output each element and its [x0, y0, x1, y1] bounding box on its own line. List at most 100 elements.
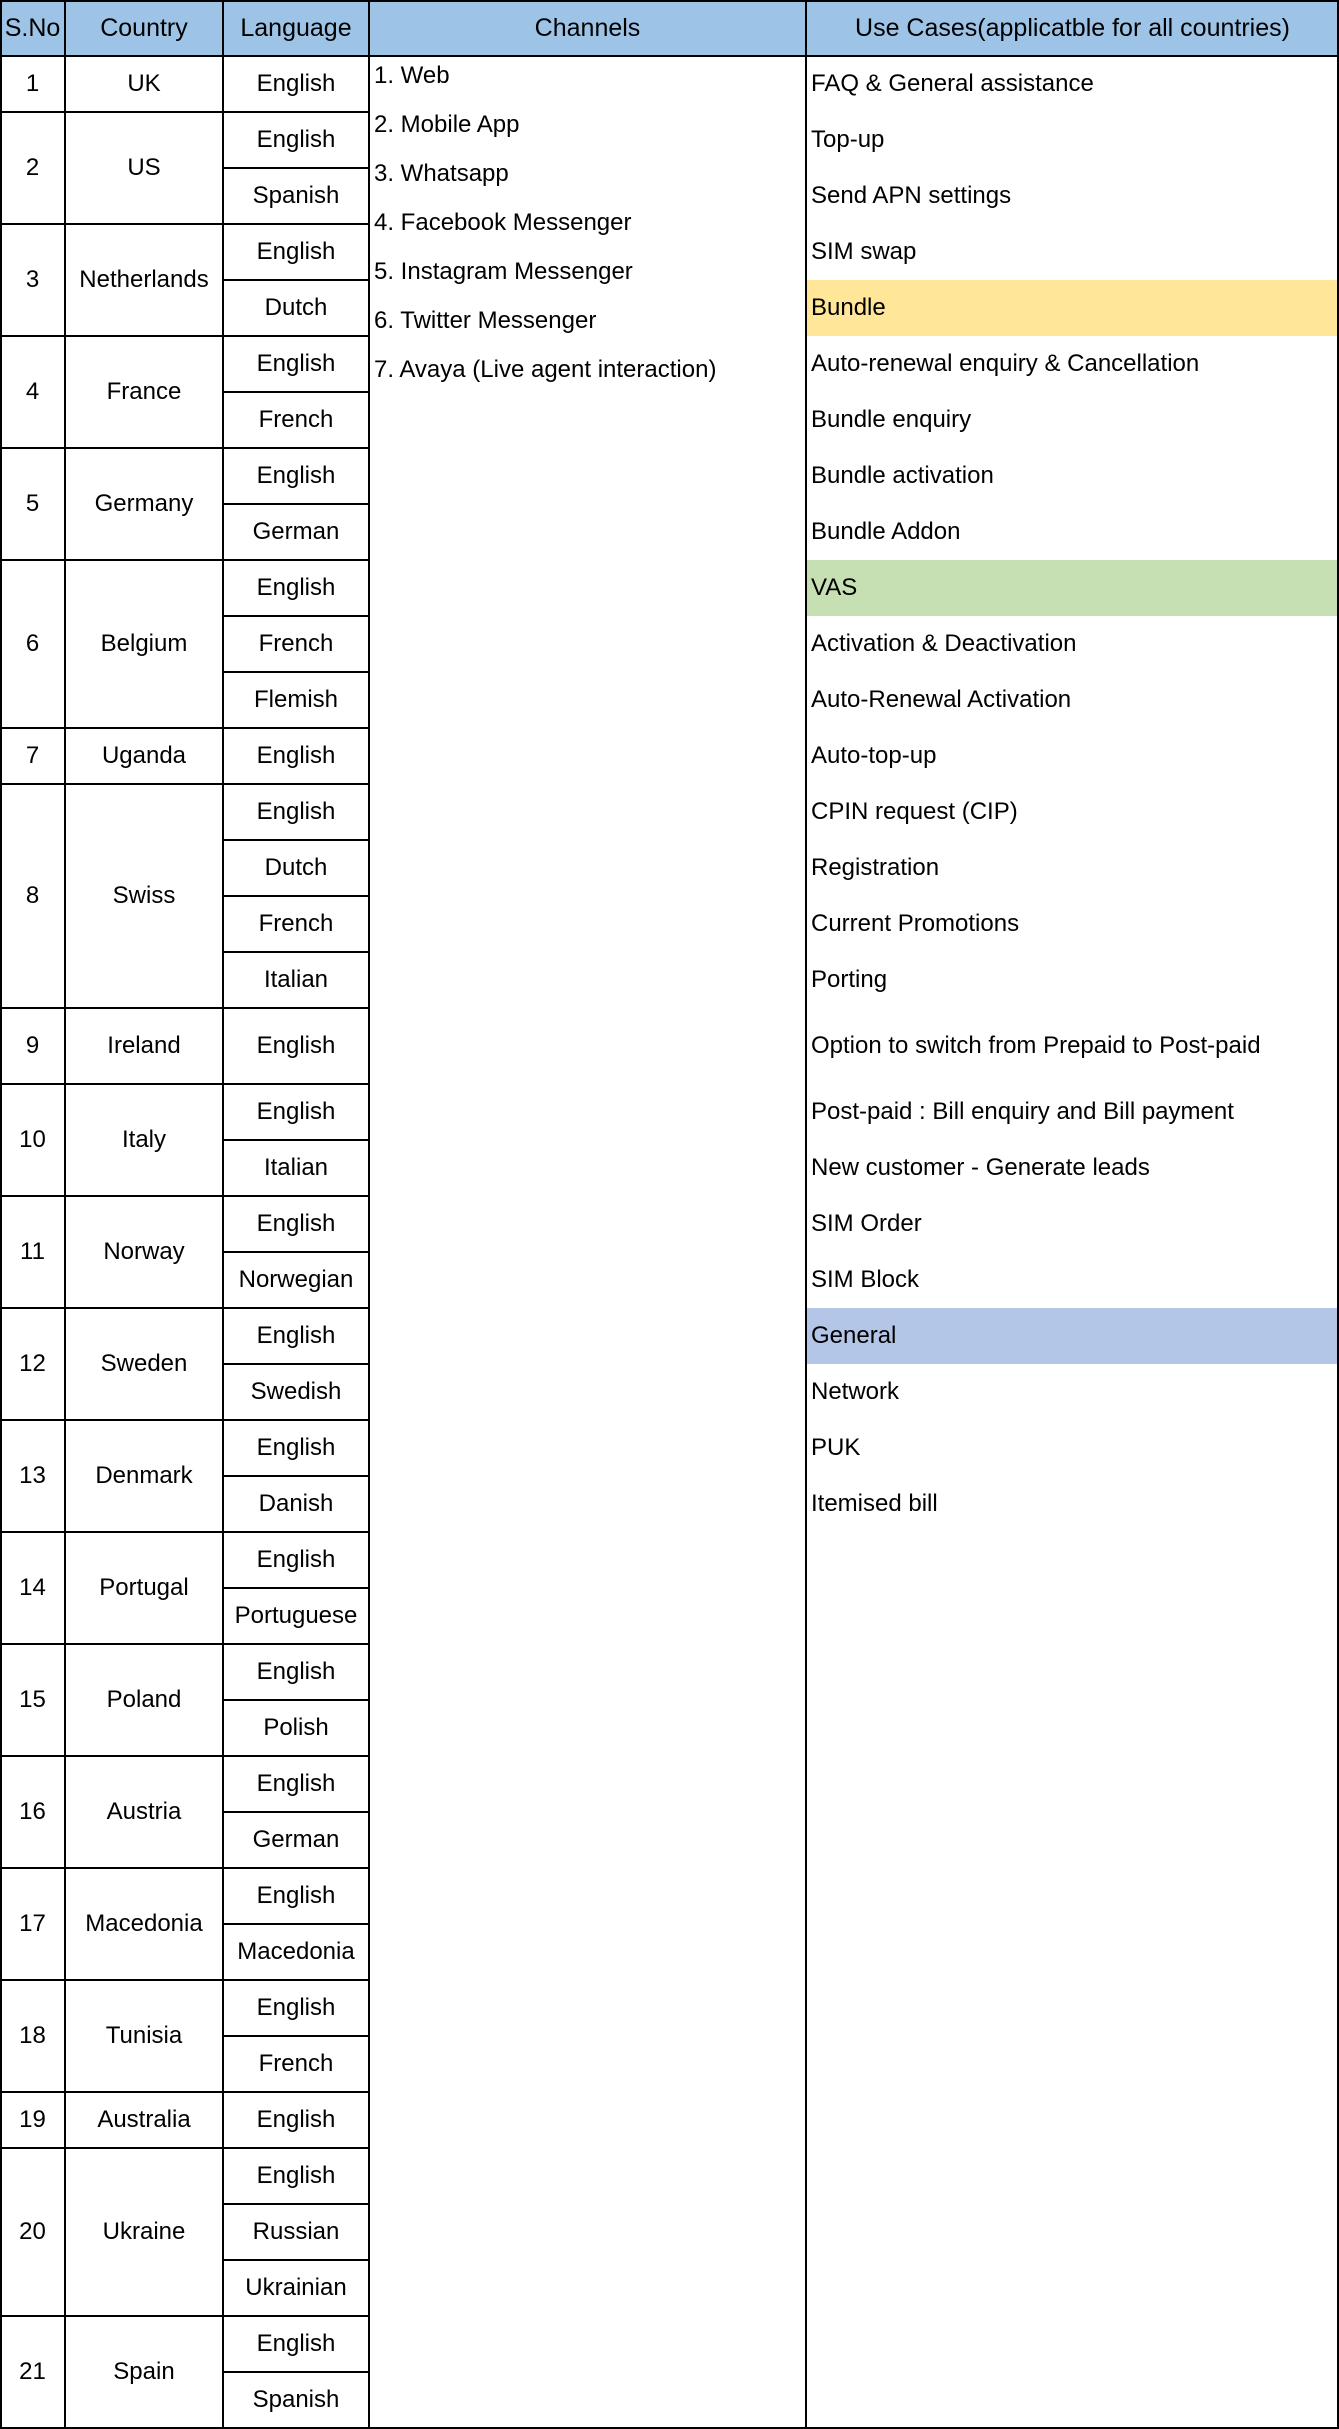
country-cell: Ukraine: [102, 2218, 186, 2245]
language-cell: Polish: [263, 1714, 329, 1741]
language-cell: Dutch: [264, 854, 328, 881]
country-cell: Australia: [97, 2106, 191, 2133]
country-divider: [0, 1867, 223, 1869]
row-divider: [223, 2035, 370, 2037]
row-divider: [223, 1867, 370, 1869]
channel-item: 3. Whatsapp: [374, 160, 509, 187]
country-cell: US: [127, 154, 161, 181]
use-case-item: SIM Order: [811, 1210, 922, 1237]
country-cell: Sweden: [100, 1350, 188, 1377]
country-divider: [0, 1007, 223, 1009]
language-cell: Portuguese: [234, 1602, 358, 1629]
language-cell: Italian: [263, 1154, 329, 1181]
use-case-item: Auto-renewal enquiry & Cancellation: [811, 350, 1200, 377]
sno-cell: 3: [25, 266, 40, 293]
row-divider: [223, 615, 370, 617]
language-cell: English: [256, 1032, 336, 1059]
country-divider: [0, 2147, 223, 2149]
row-divider: [223, 1195, 370, 1197]
row-divider: [223, 1587, 370, 1589]
country-divider: [0, 1979, 223, 1981]
sno-cell: 1: [25, 70, 40, 97]
country-cell: Netherlands: [79, 266, 209, 293]
use-case-item: Send APN settings: [811, 182, 1012, 209]
language-cell: English: [256, 2106, 336, 2133]
language-cell: English: [256, 1994, 336, 2021]
sno-cell: 14: [19, 1574, 46, 1601]
language-cell: Ukrainian: [245, 2274, 347, 2301]
sno-cell: 5: [25, 490, 40, 517]
row-divider: [223, 1363, 370, 1365]
language-cell: French: [258, 910, 334, 937]
channel-item: 6. Twitter Messenger: [374, 307, 597, 334]
language-cell: German: [252, 518, 340, 545]
use-case-item: General: [811, 1322, 897, 1349]
country-cell: France: [106, 378, 182, 405]
row-divider: [223, 1083, 370, 1085]
country-divider: [0, 1531, 223, 1533]
use-case-item: Bundle Addon: [811, 518, 961, 545]
row-divider: [223, 2203, 370, 2205]
language-cell: English: [256, 574, 336, 601]
row-divider: [223, 1643, 370, 1645]
country-cell: Germany: [94, 490, 194, 517]
channel-item: 7. Avaya (Live agent interaction): [374, 356, 717, 383]
language-cell: English: [256, 462, 336, 489]
language-cell: Italian: [263, 966, 329, 993]
language-cell: English: [256, 1546, 336, 1573]
use-case-item: Activation & Deactivation: [811, 630, 1077, 657]
language-cell: English: [256, 2162, 336, 2189]
row-divider: [223, 335, 370, 337]
sno-cell: 15: [19, 1686, 46, 1713]
header-language: Language: [223, 0, 369, 56]
country-divider: [0, 335, 223, 337]
row-divider: [223, 1531, 370, 1533]
row-divider: [223, 1755, 370, 1757]
country-cell: Uganda: [101, 742, 187, 769]
country-divider: [0, 783, 223, 785]
country-divider: [0, 1755, 223, 1757]
sno-cell: 18: [19, 2022, 46, 2049]
use-case-item: PUK: [811, 1434, 861, 1461]
row-divider: [223, 447, 370, 449]
sno-cell: 9: [25, 1032, 40, 1059]
language-cell: Dutch: [264, 294, 328, 321]
country-cell: Tunisia: [105, 2022, 183, 2049]
row-divider: [223, 1007, 370, 1009]
row-divider: [223, 559, 370, 561]
country-cell: Belgium: [100, 630, 188, 657]
use-case-item: Top-up: [811, 126, 885, 153]
country-divider: [0, 727, 223, 729]
use-case-item: Registration: [811, 854, 940, 881]
language-cell: English: [256, 742, 336, 769]
sno-cell: 16: [19, 1798, 46, 1825]
sno-cell: 19: [19, 2106, 46, 2133]
row-divider: [223, 671, 370, 673]
sno-cell: 10: [19, 1126, 46, 1153]
use-case-item: Bundle activation: [811, 462, 994, 489]
language-cell: Macedonia: [237, 1938, 355, 1965]
header-channels: Channels: [369, 0, 806, 56]
use-case-item: Bundle: [811, 294, 886, 321]
language-cell: English: [256, 1658, 336, 1685]
row-divider: [223, 391, 370, 393]
row-divider: [223, 783, 370, 785]
language-cell: English: [256, 126, 336, 153]
channel-item: 1. Web: [374, 62, 450, 89]
use-case-item: Auto-Renewal Activation: [811, 686, 1072, 713]
language-cell: Russian: [252, 2218, 340, 2245]
use-case-item: CPIN request (CIP): [811, 798, 1018, 825]
row-divider: [223, 111, 370, 113]
table-top-border: [0, 0, 1339, 2]
row-divider: [223, 1923, 370, 1925]
country-cell: Italy: [121, 1126, 166, 1153]
language-cell: English: [256, 1770, 336, 1797]
language-cell: English: [256, 2330, 336, 2357]
row-divider: [223, 1699, 370, 1701]
language-cell: English: [256, 1098, 336, 1125]
header-country: Country: [65, 0, 223, 56]
sno-cell: 17: [19, 1910, 46, 1937]
row-divider: [223, 1811, 370, 1813]
country-cell: Denmark: [95, 1462, 193, 1489]
country-divider: [0, 1307, 223, 1309]
